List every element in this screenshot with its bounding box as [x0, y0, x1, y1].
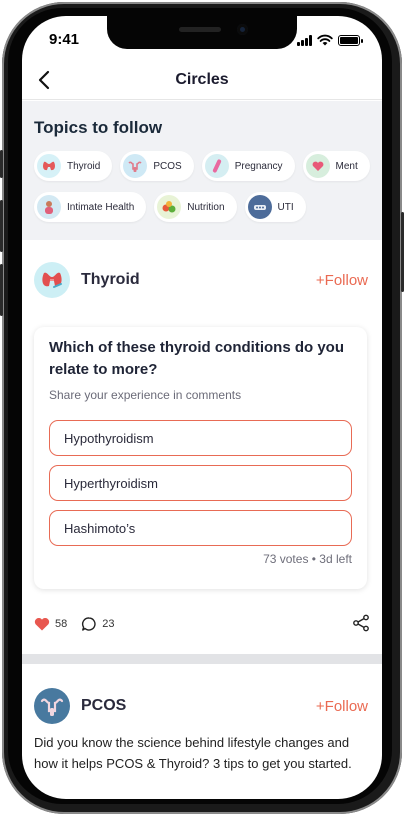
like-count: 58	[55, 618, 68, 630]
poll-option-hypothyroidism[interactable]: Hypothyroidism	[49, 420, 352, 456]
post-actions: 58 23	[34, 614, 370, 634]
topic-chip-row-2: Intimate Health Nutrition UTI	[34, 192, 306, 222]
pregnancy-test-icon	[204, 154, 229, 178]
status-time: 9:41	[49, 31, 80, 48]
topic-chip-intimate-health[interactable]: Intimate Health	[34, 192, 147, 222]
topics-title: Topics to follow	[34, 118, 163, 137]
topic-chip-uti[interactable]: UTI	[244, 192, 306, 222]
intimate-health-icon	[37, 195, 61, 219]
section-divider	[22, 654, 382, 664]
poll-card: Which of these thyroid conditions do you…	[34, 327, 367, 589]
post-header-thyroid[interactable]: Thyroid	[34, 262, 140, 298]
share-icon	[353, 614, 369, 632]
nutrition-icon	[157, 195, 182, 219]
topic-chip-label: Intimate Health	[67, 201, 135, 213]
nav-bar: Circles	[22, 60, 382, 100]
topic-chip-label: Nutrition	[187, 201, 225, 213]
topic-chip-row-1: Thyroid PCOS Pregnancy Ment	[34, 151, 370, 181]
topic-chip-label: PCOS	[153, 160, 182, 172]
heart-icon	[34, 617, 50, 631]
wifi-icon	[317, 34, 333, 46]
signal-icon	[297, 34, 312, 46]
volume-up-button	[0, 200, 3, 252]
phone-screen: 9:41 Circles Topics to follow Thyroid PC…	[22, 16, 382, 799]
front-camera	[237, 24, 248, 35]
notch	[107, 16, 297, 49]
topic-chip-label: Thyroid	[67, 160, 101, 172]
share-button[interactable]	[352, 614, 370, 637]
circle-name: PCOS	[81, 697, 127, 714]
follow-button-pcos[interactable]: +Follow	[316, 698, 368, 715]
topic-chip-label: Ment	[335, 160, 358, 172]
follow-button-thyroid[interactable]: +Follow	[316, 272, 368, 289]
speaker-grille	[179, 27, 221, 32]
battery-icon	[338, 34, 363, 46]
topic-chip-label: Pregnancy	[234, 160, 283, 172]
topics-section: Topics to follow Thyroid PCOS Pregnancy	[22, 101, 382, 240]
uterus-icon	[123, 154, 148, 178]
poll-hint: Share your experience in comments	[49, 388, 242, 402]
topic-chip-pcos[interactable]: PCOS	[120, 151, 194, 181]
topic-chip-thyroid[interactable]: Thyroid	[34, 151, 113, 181]
heart-head-icon	[305, 154, 330, 178]
circle-name: Thyroid	[81, 271, 140, 288]
thyroid-icon	[37, 154, 61, 178]
page-title: Circles	[175, 71, 229, 88]
volume-down-button	[0, 264, 3, 316]
uti-icon	[247, 195, 272, 219]
comment-count: 23	[102, 618, 115, 630]
comment-icon	[82, 617, 96, 631]
poll-meta: 73 votes • 3d left	[263, 552, 352, 566]
topic-chip-pregnancy[interactable]: Pregnancy	[201, 151, 295, 181]
comment-button[interactable]: 23	[81, 616, 115, 632]
post-header-pcos[interactable]: PCOS	[34, 688, 126, 724]
poll-option-hashimotos[interactable]: Hashimoto’s	[49, 510, 352, 546]
mute-switch	[0, 150, 3, 178]
pcos-avatar	[34, 688, 70, 724]
topic-chip-label: UTI	[277, 201, 294, 213]
status-icons	[297, 34, 363, 46]
poll-question: Which of these thyroid conditions do you…	[49, 339, 344, 378]
topic-chip-mental[interactable]: Ment	[302, 151, 370, 181]
topic-chip-nutrition[interactable]: Nutrition	[154, 192, 237, 222]
like-button[interactable]: 58	[34, 617, 67, 631]
poll-option-hyperthyroidism[interactable]: Hyperthyroidism	[49, 465, 352, 501]
post-body: Did you know the science behind lifestyl…	[34, 735, 352, 771]
thyroid-avatar	[34, 262, 70, 298]
